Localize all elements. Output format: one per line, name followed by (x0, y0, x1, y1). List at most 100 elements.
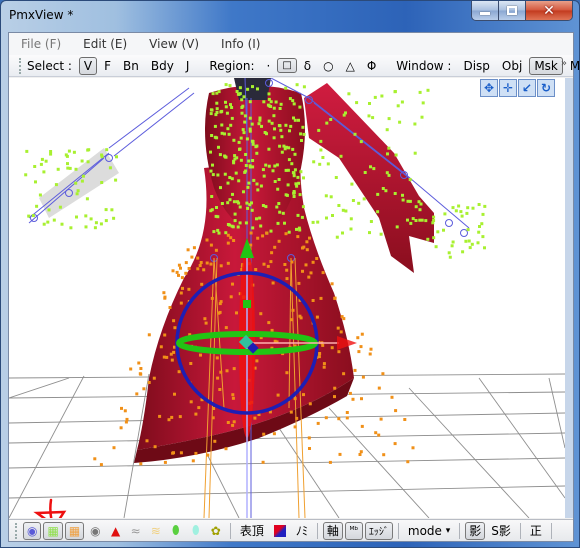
window-msk-button[interactable]: Msk (529, 56, 563, 75)
window-obj-button[interactable]: Obj (497, 57, 527, 75)
vertex-point (305, 248, 309, 252)
close-button[interactable]: ✕ (526, 1, 572, 20)
point-toggle[interactable]: ◉ (86, 522, 104, 540)
gizmo-y-handle[interactable] (243, 300, 251, 308)
vertex-point (396, 104, 400, 108)
vertex-point (227, 132, 231, 136)
vertex-point (244, 221, 248, 225)
vertex-point (390, 395, 394, 399)
vertex-point (357, 350, 361, 354)
vertex-point (99, 222, 103, 226)
window-mov-button[interactable]: Mov (565, 57, 580, 75)
vertex-point (66, 162, 69, 166)
ortho-toggle[interactable]: 正 (526, 522, 546, 540)
title-bar[interactable]: PmxView * ✕ (1, 1, 579, 31)
region-point-button[interactable]: · (261, 57, 275, 75)
maximize-button[interactable] (499, 1, 526, 20)
side-scrollbar[interactable] (565, 78, 573, 518)
select-face-button[interactable]: F (99, 57, 116, 75)
pan-icon[interactable]: ✛ (499, 79, 517, 97)
toolbar-overflow-button[interactable]: » (561, 58, 567, 69)
self-shadow-toggle[interactable]: S影 (487, 522, 515, 540)
vertex-point (242, 131, 246, 135)
select-body-button[interactable]: Bdy (146, 57, 179, 75)
select-bone-button[interactable]: Bn (118, 57, 144, 75)
vertex-display-toggle[interactable]: ◉ (23, 521, 42, 540)
menu-info[interactable]: Info (I) (221, 37, 260, 51)
vertex-point (382, 453, 386, 457)
vertex-point (110, 208, 114, 212)
shadow-toggle[interactable]: 影 (465, 521, 486, 540)
vertex-point (214, 214, 218, 218)
normal-toggle[interactable]: ﾉﾐ (292, 522, 312, 540)
vertex-point (220, 123, 224, 127)
vertex-point (333, 395, 336, 399)
model-dress (39, 78, 434, 463)
vertex-point (418, 208, 422, 212)
bone-cyan-toggle[interactable]: ⬮ (187, 522, 205, 540)
region-rect-button[interactable]: □ (277, 58, 297, 73)
vertex-point (326, 162, 330, 166)
select-joint-button[interactable]: J (181, 57, 195, 75)
statusbar-grip[interactable] (15, 522, 18, 539)
face-toggle[interactable]: ▲ (107, 522, 125, 540)
window-disp-button[interactable]: Disp (458, 57, 494, 75)
vertex-point (481, 212, 485, 216)
region-lasso-button[interactable]: δ (299, 57, 316, 75)
surface-toggle[interactable]: 表頂 (236, 522, 268, 540)
axis-toggle[interactable]: 軸 (322, 521, 343, 540)
vertex-point (224, 447, 228, 451)
vertex-point (217, 145, 220, 149)
region-phi-button[interactable]: Φ (362, 57, 381, 75)
vertex-point (468, 246, 472, 250)
edge-gray-toggle[interactable]: ≈ (127, 522, 145, 540)
menu-view[interactable]: View (V) (149, 37, 199, 51)
rotate-icon[interactable]: ↻ (537, 79, 555, 97)
toolbar-grip[interactable] (19, 57, 21, 74)
vertex-point (395, 225, 399, 229)
chevron-down-icon: ▾ (445, 525, 451, 536)
bone-green-toggle[interactable]: ⬮ (167, 522, 185, 540)
vertex-point (243, 114, 247, 118)
vertex-point (367, 114, 371, 118)
vertex-point (215, 206, 218, 209)
vertex-point (243, 120, 247, 124)
edge-yellow-toggle[interactable]: ≋ (147, 522, 165, 540)
vertex-point (233, 212, 237, 216)
menu-edit[interactable]: Edit (E) (83, 37, 127, 51)
model-scene[interactable] (9, 78, 565, 518)
vertex-point (213, 124, 217, 128)
vertex-point (460, 214, 464, 218)
vertex-point (443, 212, 447, 216)
vertex-point (401, 193, 404, 197)
vertex-point (262, 174, 266, 178)
region-triangle-button[interactable]: △ (341, 57, 360, 75)
vertex-point (261, 168, 265, 172)
vertex-point (226, 261, 230, 265)
zoom-axis-icon[interactable]: ↙ (518, 79, 536, 97)
vertex-point (196, 267, 200, 271)
joint-toggle[interactable]: ✿ (207, 522, 225, 540)
edge-toggle[interactable]: ｴｯｼﾞ (364, 521, 393, 540)
select-vertex-button[interactable]: V (78, 56, 98, 75)
bone-joint (460, 229, 468, 237)
menu-file[interactable]: File (F) (21, 37, 61, 51)
region-circle-button[interactable]: ○ (318, 57, 338, 75)
vertex-point (411, 217, 415, 221)
vertex-point (49, 152, 53, 156)
vertex-point (261, 204, 265, 207)
vertex-point (353, 132, 357, 136)
move-view-icon[interactable]: ✥ (480, 79, 498, 97)
minimize-button[interactable] (472, 1, 499, 20)
mb-toggle[interactable]: ᴹᵇ (344, 521, 363, 540)
pmxview-window: PmxView * ✕ File (F) Edit (E) View (V) I… (0, 0, 580, 548)
vertex-point (377, 433, 381, 437)
vertex-green-toggle[interactable]: ▦ (43, 521, 63, 540)
vertex-point (84, 214, 88, 218)
vertex-point (68, 166, 72, 170)
3d-viewport[interactable]: ✥ ✛ ↙ ↻ (9, 78, 565, 518)
mode-dropdown[interactable]: mode ▾ (404, 522, 454, 540)
material-toggle[interactable] (270, 522, 290, 540)
vertex-point (199, 261, 203, 264)
vertex-orange-toggle[interactable]: ▦ (64, 521, 85, 540)
